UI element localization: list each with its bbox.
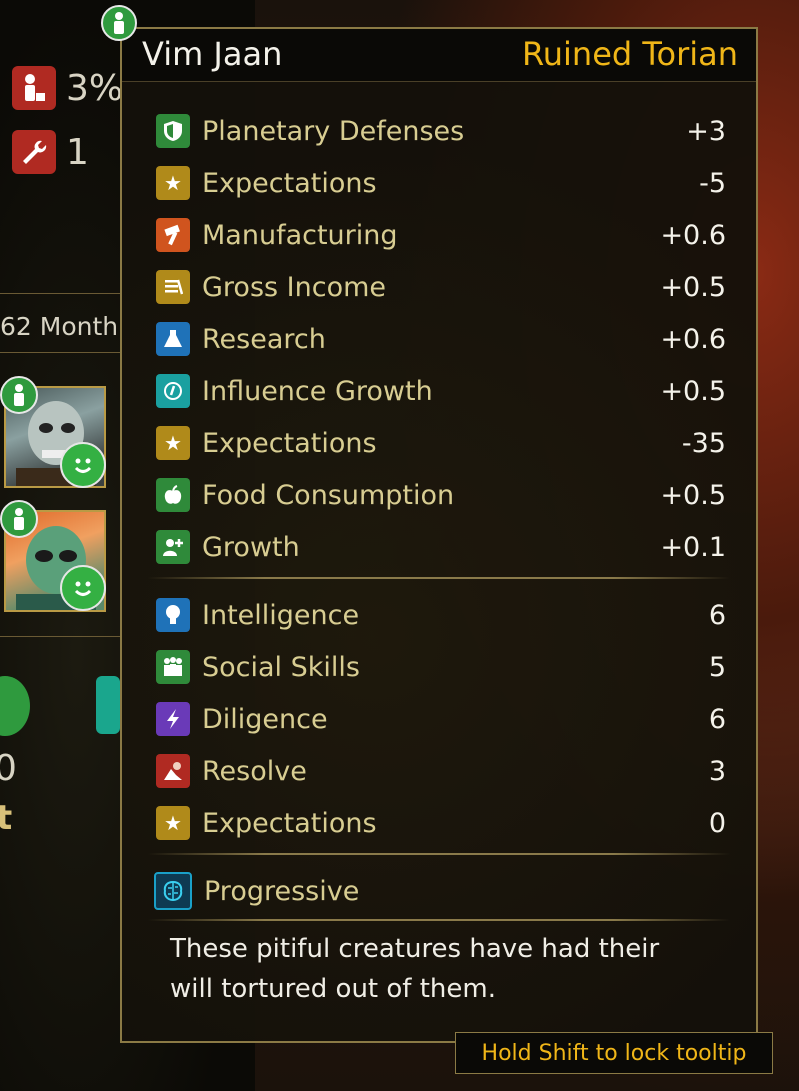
- star-icon: ★: [156, 426, 190, 460]
- growth-icon: [156, 530, 190, 564]
- attribute-row: Resolve 3: [156, 751, 726, 791]
- effect-label: Expectations: [202, 427, 377, 459]
- population-stat: 3%: [12, 66, 123, 110]
- pop-icon: [0, 376, 38, 414]
- effect-row: ★ Expectations -35: [156, 423, 726, 463]
- attribute-value: 6: [708, 599, 726, 631]
- effect-label: Growth: [202, 531, 300, 563]
- effect-value: +0.1: [660, 531, 726, 563]
- effect-label: Research: [202, 323, 326, 355]
- people-icon: [156, 650, 190, 684]
- hammer-icon: [156, 218, 190, 252]
- shield-icon: [156, 114, 190, 148]
- effect-value: -35: [681, 427, 726, 459]
- manufacturing-stat-value: 1: [66, 131, 89, 173]
- attribute-label: Diligence: [202, 703, 328, 735]
- effect-value: +0.5: [660, 271, 726, 303]
- effect-value: -5: [699, 167, 726, 199]
- brain-icon: [154, 872, 192, 910]
- pop-icon: [0, 500, 38, 538]
- species-description: These pitiful creatures have had their w…: [170, 934, 660, 1004]
- attribute-label: Social Skills: [202, 651, 360, 683]
- wrench-icon: [12, 130, 56, 174]
- species-name[interactable]: Ruined Torian: [522, 35, 738, 73]
- attribute-row: ★ Expectations 0: [156, 803, 726, 843]
- influence-icon: [156, 374, 190, 408]
- effect-value: +0.5: [660, 479, 726, 511]
- effect-label: Food Consumption: [202, 479, 455, 511]
- happy-icon: [60, 442, 106, 488]
- effect-value: +3: [686, 115, 726, 147]
- effect-label: Manufacturing: [202, 219, 398, 251]
- effect-row: Gross Income +0.5: [156, 267, 726, 307]
- star-icon: ★: [156, 806, 190, 840]
- lightning-icon: [156, 702, 190, 736]
- attribute-value: 0: [708, 807, 726, 839]
- divider: [0, 293, 120, 294]
- pop-tooltip: Vim Jaan Ruined Torian Planetary Defense…: [120, 27, 758, 1043]
- pop-name: Vim Jaan: [142, 35, 283, 73]
- attribute-label: Expectations: [202, 807, 377, 839]
- months-label: 62 Month: [0, 312, 119, 341]
- attribute-row: Diligence 6: [156, 699, 726, 739]
- effect-row: Influence Growth +0.5: [156, 371, 726, 411]
- lock-tooltip-hint: Hold Shift to lock tooltip: [455, 1032, 773, 1074]
- effect-label: Expectations: [202, 167, 377, 199]
- effect-row: ★ Expectations -5: [156, 163, 726, 203]
- attribute-value: 5: [708, 651, 726, 683]
- effect-value: +0.5: [660, 375, 726, 407]
- attribute-label: Intelligence: [202, 599, 360, 631]
- pop-icon: [101, 5, 137, 41]
- attribute-value: 6: [708, 703, 726, 735]
- divider: [0, 352, 120, 353]
- bulb-icon: [156, 598, 190, 632]
- effect-row: Food Consumption +0.5: [156, 475, 726, 515]
- effect-row: Planetary Defenses +3: [156, 111, 726, 151]
- apple-icon: [156, 478, 190, 512]
- divider: [148, 853, 730, 855]
- pop-icon: [12, 66, 56, 110]
- population-stat-value: 3%: [66, 67, 124, 109]
- trait-label: Progressive: [204, 875, 360, 907]
- happy-icon: [60, 565, 106, 611]
- divider: [0, 636, 120, 637]
- trait-row[interactable]: Progressive: [154, 871, 726, 911]
- effect-label: Gross Income: [202, 271, 387, 303]
- left-value: 0: [0, 748, 17, 789]
- left-label: t: [0, 798, 13, 838]
- effect-label: Planetary Defenses: [202, 115, 465, 147]
- effect-value: +0.6: [660, 219, 726, 251]
- tooltip-header: Vim Jaan Ruined Torian: [122, 29, 756, 82]
- attribute-value: 3: [708, 755, 726, 787]
- divider: [148, 919, 730, 921]
- flask-icon: [156, 322, 190, 356]
- star-icon: ★: [156, 166, 190, 200]
- effect-row: Manufacturing +0.6: [156, 215, 726, 255]
- effect-value: +0.6: [660, 323, 726, 355]
- attribute-label: Resolve: [202, 755, 307, 787]
- manufacturing-stat: 1: [12, 130, 89, 174]
- building-icon: [96, 676, 120, 734]
- effect-row: Research +0.6: [156, 319, 726, 359]
- attribute-row: Intelligence 6: [156, 595, 726, 635]
- divider: [148, 577, 730, 579]
- attribute-row: Social Skills 5: [156, 647, 726, 687]
- effect-label: Influence Growth: [202, 375, 433, 407]
- effect-row: Growth +0.1: [156, 527, 726, 567]
- resolve-icon: [156, 754, 190, 788]
- income-icon: [156, 270, 190, 304]
